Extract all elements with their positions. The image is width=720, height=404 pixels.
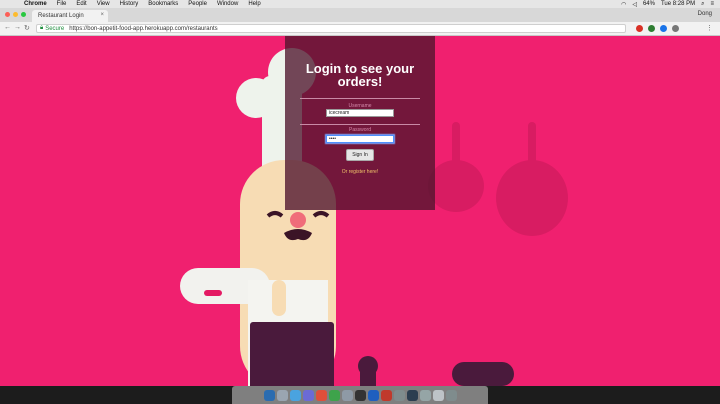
login-title: Login to see your orders! [305,61,415,89]
extension-icon[interactable] [660,25,667,32]
sign-in-button[interactable]: Sign In [346,149,374,161]
zoom-window-icon[interactable] [21,12,26,17]
menubar-status-area: ◠ ◁ 64% Tue 8:28 PM ⌕ ≡ [621,0,714,8]
messages-icon[interactable] [328,389,340,401]
terminal-icon[interactable] [354,389,366,401]
page-content: Login to see your orders! Username icecr… [0,36,720,386]
menu-help[interactable]: Help [248,1,260,7]
photos-icon[interactable] [302,389,314,401]
downloads-icon[interactable] [419,389,431,401]
menu-bookmarks[interactable]: Bookmarks [148,1,178,7]
minimize-window-icon[interactable] [13,12,18,17]
extension-icon-2[interactable] [672,25,679,32]
mac-dock [232,386,488,404]
browser-tab-strip: Restaurant Login × Dong [0,8,720,22]
tab-restaurant-login[interactable]: Restaurant Login × [32,10,108,22]
trash-icon[interactable] [445,389,457,401]
address-bar[interactable]: 🔒︎ Secure https://bon-appetit-food-app.h… [36,24,626,33]
shield-extension-icon[interactable] [648,25,655,32]
menu-history[interactable]: History [120,1,139,7]
register-link[interactable]: Or register here! [285,169,435,175]
app-icon-2[interactable] [393,389,405,401]
clock[interactable]: Tue 8:28 PM [661,1,695,7]
menu-list-icon[interactable]: ≡ [710,1,714,7]
profile-name[interactable]: Dong [698,11,712,17]
close-tab-icon[interactable]: × [100,12,104,18]
reload-icon[interactable]: ↻ [24,24,30,32]
username-label: Username [348,103,372,109]
menu-app-name[interactable]: Chrome [24,1,47,7]
forward-arrow-icon[interactable]: → [14,24,21,31]
menu-view[interactable]: View [97,1,110,7]
volume-icon[interactable]: ◁ [632,1,637,8]
login-panel: Login to see your orders! Username icecr… [285,36,435,210]
search-icon[interactable]: ⌕ [701,1,704,8]
adblock-extension-icon[interactable] [636,25,643,32]
password-input[interactable]: •••• [326,135,394,143]
username-input[interactable]: icecream [326,109,394,117]
documents-icon[interactable] [432,389,444,401]
lock-icon: 🔒︎ [40,25,44,31]
menu-dots-icon[interactable]: ⋮ [706,24,713,32]
url-text: https://bon-appetit-food-app.herokuapp.c… [69,25,218,32]
menu-file[interactable]: File [57,1,67,7]
window-controls [5,12,26,17]
close-window-icon[interactable] [5,12,10,17]
launchpad-icon[interactable] [276,389,288,401]
editor-icon[interactable] [367,389,379,401]
settings-icon[interactable] [341,389,353,401]
browser-toolbar: ← → ↻ 🔒︎ Secure https://bon-appetit-food… [0,22,720,36]
app-icon[interactable] [380,389,392,401]
wifi-icon[interactable]: ◠ [621,1,626,8]
menu-edit[interactable]: Edit [76,1,86,7]
finder-icon[interactable] [263,389,275,401]
menu-window[interactable]: Window [217,1,238,7]
safari-icon[interactable] [289,389,301,401]
back-arrow-icon[interactable]: ← [4,24,11,31]
app-icon-3[interactable] [406,389,418,401]
menu-people[interactable]: People [188,1,207,7]
battery-percent[interactable]: 64% [643,1,655,7]
secure-label: Secure [45,25,65,32]
chrome-icon[interactable] [315,389,327,401]
tab-title: Restaurant Login [38,13,84,19]
mac-menu-bar: Chrome File Edit View History Bookmarks … [0,0,720,8]
